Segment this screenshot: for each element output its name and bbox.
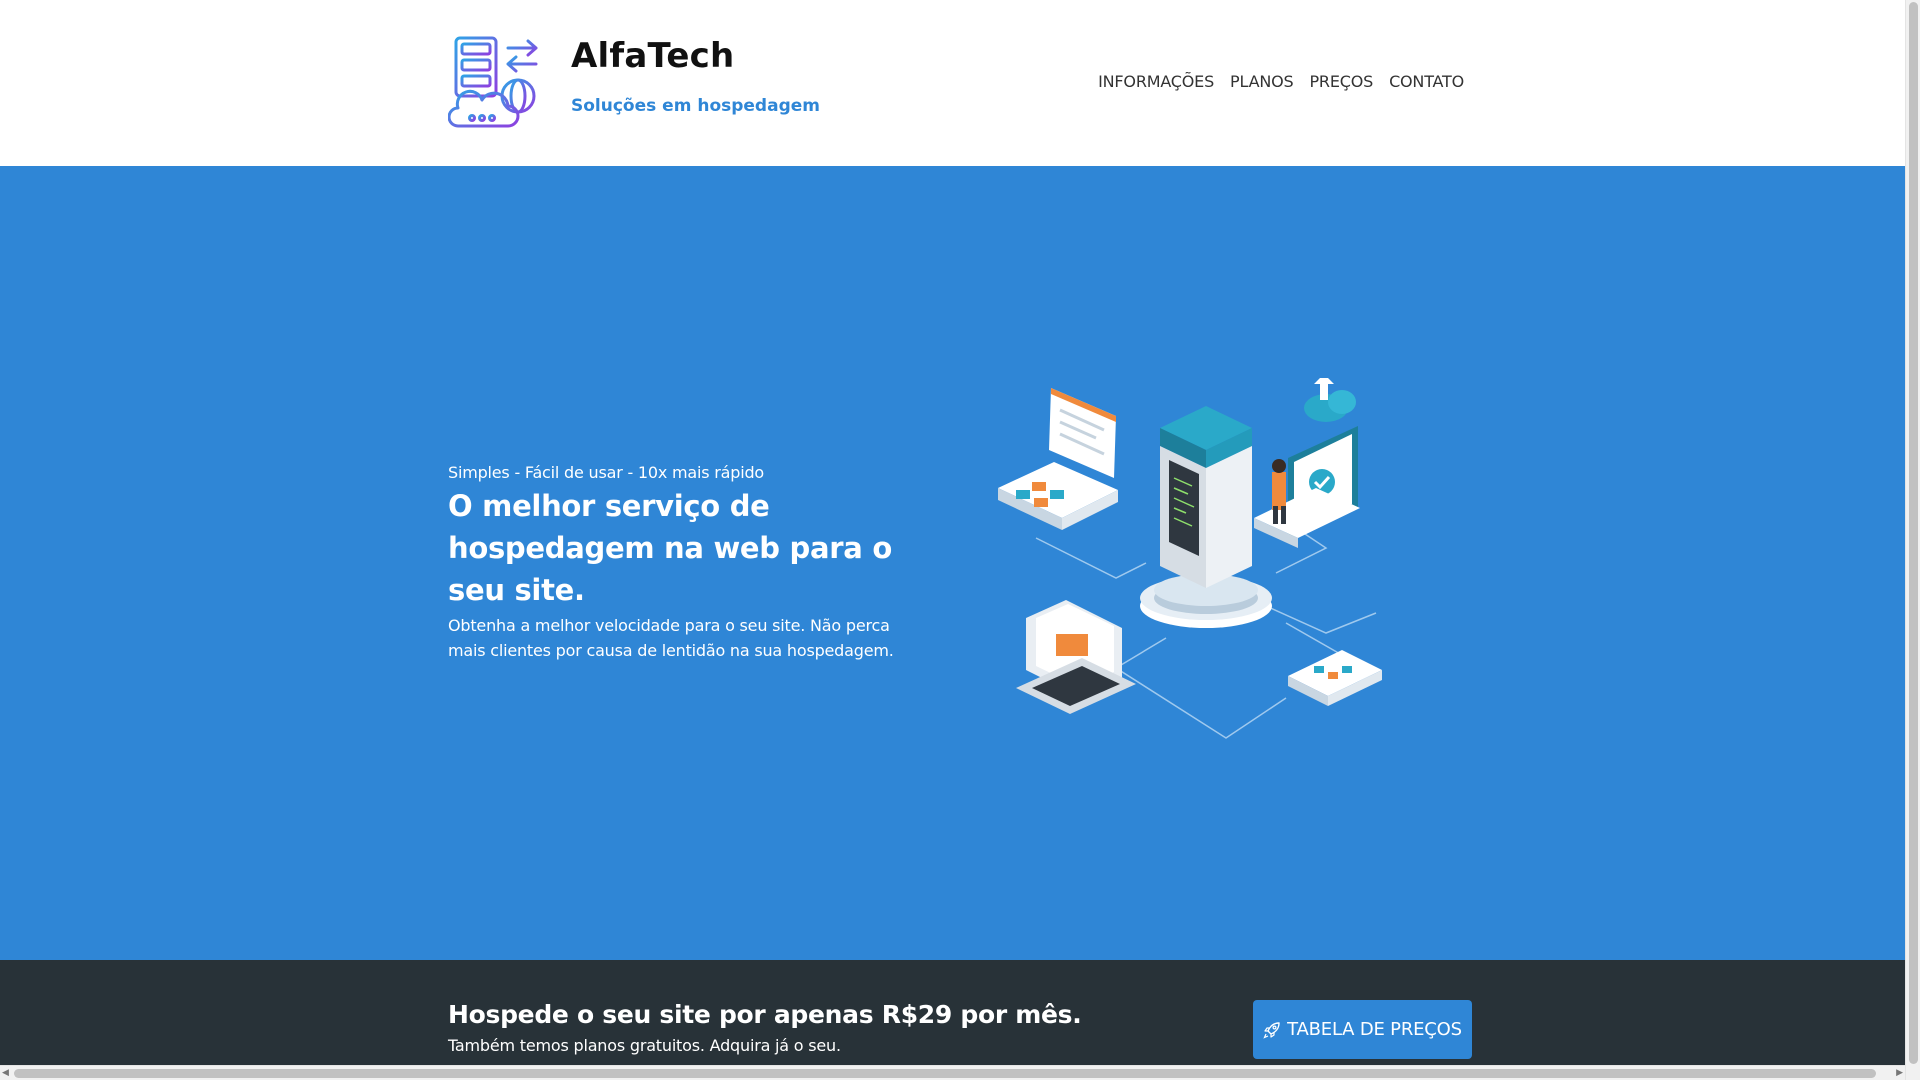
cta-title: Hospede o seu site por apenas R$29 por m…: [448, 1000, 1082, 1029]
nav-link-precos[interactable]: PREÇOS: [1309, 72, 1373, 91]
rocket-icon: [1263, 1021, 1280, 1039]
horizontal-scrollbar[interactable]: ◀ ▶: [0, 1065, 1905, 1080]
vertical-scrollbar-thumb[interactable]: [1909, 2, 1918, 1064]
isometric-server-network-illustration: [998, 378, 1382, 739]
scroll-right-arrow-icon[interactable]: ▶: [1896, 1068, 1903, 1078]
nav-link-contato[interactable]: CONTATO: [1389, 72, 1464, 91]
scroll-left-arrow-icon[interactable]: ◀: [2, 1068, 9, 1078]
cta-subtitle: Também temos planos gratuitos. Adquira j…: [448, 1036, 841, 1055]
cta-band: Hospede o seu site por apenas R$29 por m…: [0, 960, 1905, 1080]
hero-pretitle: Simples - Fácil de usar - 10x mais rápid…: [448, 463, 765, 482]
pricing-table-button-label: TABELA DE PREÇOS: [1287, 1019, 1462, 1040]
server-cloud-globe-icon[interactable]: [448, 34, 544, 130]
nav-link-informacoes[interactable]: INFORMAÇÕES: [1098, 72, 1214, 91]
site-header: AlfaTech Soluções em hospedagem INFORMAÇ…: [0, 0, 1905, 166]
hero-description: Obtenha a melhor velocidade para o seu s…: [448, 616, 894, 660]
main-nav: INFORMAÇÕES PLANOS PREÇOS CONTATO: [1098, 72, 1464, 91]
brand-name[interactable]: AlfaTech: [571, 36, 734, 76]
horizontal-scrollbar-thumb[interactable]: [14, 1069, 1876, 1078]
page: AlfaTech Soluções em hospedagem INFORMAÇ…: [0, 0, 1905, 1080]
vertical-scrollbar[interactable]: [1905, 0, 1920, 1080]
pricing-table-button[interactable]: TABELA DE PREÇOS: [1253, 1000, 1472, 1059]
nav-link-planos[interactable]: PLANOS: [1230, 72, 1294, 91]
brand-tagline: Soluções em hospedagem: [571, 96, 820, 116]
hero-section: Simples - Fácil de usar - 10x mais rápid…: [0, 166, 1905, 960]
hero-title: O melhor serviço de hospedagem na web pa…: [448, 489, 892, 607]
